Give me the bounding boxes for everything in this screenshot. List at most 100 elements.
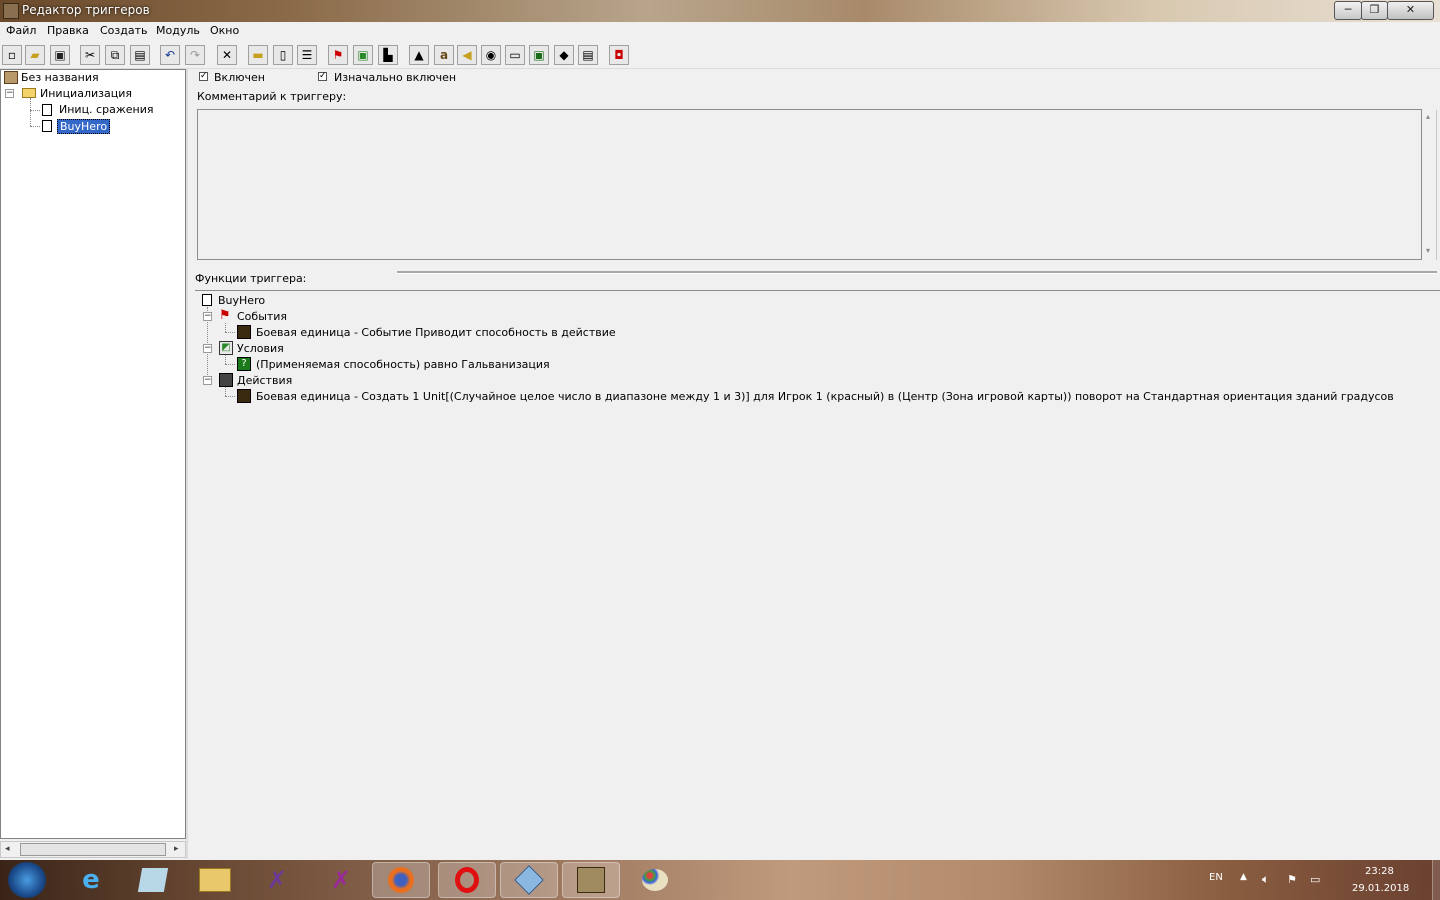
- scroll-up-icon[interactable]: ▴: [1426, 112, 1430, 121]
- tree-line: [225, 364, 235, 365]
- paste-icon[interactable]: ▤: [130, 45, 150, 65]
- ai-editor-icon[interactable]: ▣: [529, 45, 549, 65]
- show-hidden-icons[interactable]: ▲: [1240, 872, 1247, 882]
- world-editor-icon[interactable]: [500, 862, 558, 898]
- tree-line: [30, 126, 40, 127]
- condition-icon: ◩: [219, 341, 233, 355]
- import-manager-icon[interactable]: ◆: [554, 45, 574, 65]
- collapse-events-icon[interactable]: −: [203, 312, 212, 321]
- volume-icon[interactable]: 🔈︎: [1262, 872, 1269, 887]
- events-heading[interactable]: События: [237, 310, 287, 323]
- cut-icon[interactable]: ✂: [80, 45, 100, 65]
- event-flag-icon: ⚑: [219, 308, 231, 323]
- new-condition-icon[interactable]: ▣: [353, 45, 373, 65]
- enabled-label: Включен: [214, 71, 265, 84]
- initially-on-label: Изначально включен: [334, 71, 457, 84]
- undo-icon[interactable]: ↶: [160, 45, 180, 65]
- tree-category-label[interactable]: Инициализация: [40, 87, 132, 100]
- minimize-button[interactable]: ─: [1334, 1, 1362, 20]
- notes-icon[interactable]: [124, 862, 182, 898]
- title-bar[interactable]: [0, 0, 1440, 22]
- comment-scrollbar[interactable]: [1436, 110, 1437, 260]
- menu-file[interactable]: Файл: [6, 24, 36, 37]
- app-icon-1[interactable]: ✗: [248, 862, 306, 898]
- app-icon: [3, 3, 19, 19]
- folder-icon: [22, 88, 36, 98]
- clock-time[interactable]: 23:28: [1365, 866, 1394, 877]
- sound-editor-icon[interactable]: ◀: [457, 45, 477, 65]
- functions-label: Функции триггера:: [195, 272, 307, 285]
- new-event-icon[interactable]: ⚑: [328, 45, 348, 65]
- collapse-conditions-icon[interactable]: −: [203, 344, 212, 353]
- start-button[interactable]: [8, 862, 46, 898]
- collapse-actions-icon[interactable]: −: [203, 376, 212, 385]
- menu-create[interactable]: Создать: [100, 24, 148, 37]
- clock-date[interactable]: 29.01.2018: [1352, 883, 1409, 894]
- save-icon[interactable]: ▣: [50, 45, 70, 65]
- section-splitter[interactable]: [397, 271, 1437, 274]
- tree-item-buyhero[interactable]: BuyHero: [57, 119, 111, 134]
- campaign-editor-icon[interactable]: ▭: [505, 45, 525, 65]
- tree-line: [30, 110, 40, 111]
- tree-line: [225, 332, 235, 333]
- menu-window[interactable]: Окно: [210, 24, 239, 37]
- map-icon: [4, 71, 18, 84]
- language-indicator[interactable]: EN: [1209, 872, 1223, 883]
- conditions-heading[interactable]: Условия: [237, 342, 284, 355]
- new-action-icon[interactable]: ▙: [378, 45, 398, 65]
- explorer-icon[interactable]: [186, 862, 244, 898]
- tree-item-init-battle[interactable]: Иниц. сражения: [59, 103, 153, 116]
- toolbar: [0, 41, 1440, 69]
- ie-icon[interactable]: e: [62, 862, 120, 898]
- test-map-icon[interactable]: ◘: [609, 45, 629, 65]
- condition-item[interactable]: (Применяемая способность) равно Гальвани…: [256, 358, 550, 371]
- new-category-icon[interactable]: ▬: [248, 45, 268, 65]
- opera-icon[interactable]: [438, 862, 496, 898]
- new-trigger-icon[interactable]: ▯: [273, 45, 293, 65]
- trigger-editor-icon[interactable]: a: [434, 45, 454, 65]
- action-center-icon[interactable]: ⚑: [1287, 873, 1297, 886]
- scroll-down-icon[interactable]: ▾: [1426, 246, 1430, 255]
- open-icon[interactable]: ▰: [25, 45, 45, 65]
- trigger-name[interactable]: BuyHero: [218, 294, 265, 307]
- actions-heading[interactable]: Действия: [237, 374, 292, 387]
- trigger-functions-tree[interactable]: [195, 290, 1440, 860]
- tree-line: [225, 355, 226, 364]
- action-item[interactable]: Боевая единица - Создать 1 Unit[(Случайн…: [256, 390, 1394, 403]
- terrain-editor-icon[interactable]: ▲: [409, 45, 429, 65]
- app-icon-2[interactable]: ✗: [312, 862, 370, 898]
- trigger-editor-task-icon[interactable]: [562, 862, 620, 898]
- unit-icon: [237, 325, 251, 339]
- trigger-tree[interactable]: [0, 69, 186, 839]
- window-title: Редактор триггеров: [22, 3, 150, 17]
- paint-icon[interactable]: [626, 862, 684, 898]
- tree-line: [30, 98, 31, 126]
- new-comment-icon[interactable]: ☰: [297, 45, 317, 65]
- trigger-doc-icon: [42, 120, 52, 132]
- tree-line: [225, 323, 226, 332]
- copy-icon[interactable]: ⧉: [105, 45, 125, 65]
- collapse-icon[interactable]: −: [5, 89, 14, 98]
- scrollbar-thumb[interactable]: [20, 843, 166, 856]
- new-icon[interactable]: ▫: [2, 45, 22, 65]
- comment-label: Комментарий к триггеру:: [197, 90, 347, 103]
- show-desktop-button[interactable]: [1432, 860, 1440, 900]
- object-editor-icon[interactable]: ◉: [481, 45, 501, 65]
- action-clapper-icon: [219, 373, 233, 387]
- enabled-checkbox[interactable]: ✓: [199, 72, 208, 81]
- redo-icon[interactable]: ↷: [185, 45, 205, 65]
- scroll-left-icon[interactable]: ◂: [5, 844, 10, 854]
- close-button[interactable]: ✕: [1387, 1, 1434, 20]
- initially-on-checkbox[interactable]: ✓: [318, 72, 327, 81]
- comment-textarea[interactable]: [197, 109, 1422, 260]
- scroll-right-icon[interactable]: ▸: [174, 844, 179, 854]
- object-manager-icon[interactable]: ▤: [578, 45, 598, 65]
- maximize-button[interactable]: ❐: [1361, 1, 1388, 20]
- menu-edit[interactable]: Правка: [47, 24, 89, 37]
- firefox-icon[interactable]: [372, 862, 430, 898]
- delete-icon[interactable]: ✕: [217, 45, 237, 65]
- tree-root-label[interactable]: Без названия: [21, 71, 99, 84]
- menu-module[interactable]: Модуль: [156, 24, 200, 37]
- event-item[interactable]: Боевая единица - Событие Приводит способ…: [256, 326, 616, 339]
- network-icon[interactable]: ▭: [1310, 873, 1320, 886]
